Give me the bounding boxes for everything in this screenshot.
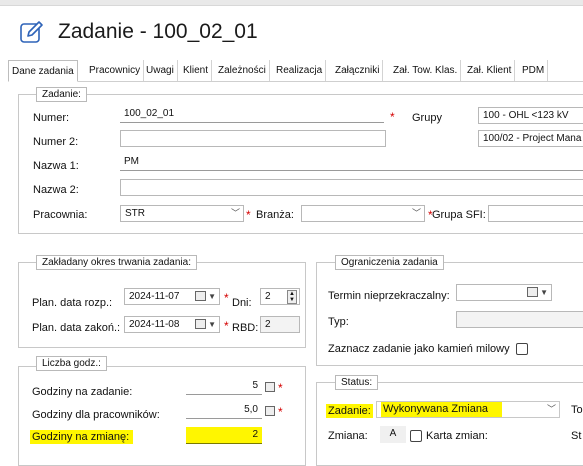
- termin-field[interactable]: ▼: [456, 284, 552, 301]
- karta-zmian-label: Karta zmian:: [426, 430, 488, 442]
- numer2-field[interactable]: [120, 130, 386, 147]
- grupa-sfi-label: Grupa SFI:: [432, 209, 486, 221]
- calendar-icon[interactable]: [195, 291, 206, 301]
- tab-pdm[interactable]: PDM: [519, 60, 549, 81]
- pracownia-value: STR: [125, 208, 145, 219]
- status-zadanie-select[interactable]: Wykonywana Zmiana ﹀: [376, 401, 560, 418]
- required-marker: *: [224, 291, 229, 305]
- numer2-label: Numer 2:: [33, 136, 79, 148]
- dni-stepper[interactable]: 2 ▲ ▼: [260, 288, 300, 305]
- tab-realizacja[interactable]: Realizacja: [273, 60, 327, 81]
- zadanie-legend: Zadanie:: [36, 87, 87, 102]
- godz-na-zadanie-field[interactable]: 5: [186, 378, 262, 395]
- kamien-label: Zaznacz zadanie jako kamień milowy: [328, 343, 510, 355]
- required-marker: *: [224, 319, 229, 333]
- rbd-field: 2: [260, 316, 300, 333]
- nazwa2-label: Nazwa 2:: [33, 184, 79, 196]
- nazwa2-field[interactable]: [120, 179, 583, 196]
- tab-pracownicy[interactable]: Pracownicy: [86, 60, 145, 81]
- tab-zaleznosci[interactable]: Zależności: [215, 60, 270, 81]
- typ-field[interactable]: [456, 311, 583, 328]
- tab-dane-zadania[interactable]: Dane zadania: [8, 60, 78, 82]
- nazwa1-field[interactable]: PM: [120, 154, 583, 171]
- required-marker: *: [278, 381, 283, 395]
- tab-zal-tow-klas[interactable]: Zał. Tow. Klas.: [390, 60, 462, 81]
- godz-na-zmiane-label: Godziny na zmianę:: [30, 430, 134, 444]
- godz-na-zmiane-field[interactable]: 2: [186, 427, 262, 444]
- grupa-sfi-field[interactable]: [488, 205, 583, 222]
- calendar-icon[interactable]: [195, 319, 206, 329]
- branza-label: Branża:: [256, 209, 294, 221]
- tab-klient[interactable]: Klient: [180, 60, 213, 81]
- godz-na-zadanie-label: Godziny na zadanie:: [32, 386, 133, 398]
- grupy-label: Grupy: [412, 112, 442, 124]
- dropdown-arrow-icon[interactable]: ▼: [208, 289, 216, 304]
- tab-zalaczniki[interactable]: Załączniki: [332, 60, 384, 81]
- karta-zmian-checkbox[interactable]: [410, 430, 422, 442]
- tab-uwagi[interactable]: Uwagi: [143, 60, 178, 81]
- required-marker: *: [246, 208, 251, 222]
- typ-label: Typ:: [328, 316, 349, 328]
- status-legend: Status:: [335, 375, 379, 390]
- plan-rozp-label: Plan. data rozp.:: [32, 297, 113, 309]
- chevron-down-icon: ﹀: [230, 208, 240, 218]
- status-cut-label-1: To: [571, 404, 583, 416]
- godz-dla-prac-label: Godziny dla pracowników:: [32, 409, 160, 421]
- godz-dla-prac-field[interactable]: 5,0: [186, 402, 262, 419]
- numer-label: Numer:: [33, 112, 70, 124]
- godz-legend: Liczba godz.:: [36, 356, 107, 371]
- edit-icon: [20, 21, 43, 43]
- dropdown-arrow-icon[interactable]: ▼: [208, 317, 216, 332]
- status-zadanie-label: Zadanie:: [326, 404, 373, 418]
- dni-label: Dni:: [232, 297, 252, 309]
- plan-rozp-field[interactable]: 2024-11-07 ▼: [124, 288, 220, 305]
- chevron-down-icon: ﹀: [546, 404, 556, 414]
- kamien-checkbox[interactable]: [516, 343, 528, 355]
- spinner-icon[interactable]: ▲ ▼: [287, 290, 297, 304]
- required-marker: *: [390, 110, 395, 124]
- status-group: [316, 382, 583, 466]
- pracownia-select[interactable]: STR ﹀: [120, 205, 244, 222]
- okres-legend: Zakładany okres trwania zadania:: [36, 255, 197, 270]
- grupy-field-1[interactable]: 100 - OHL <123 kV: [478, 107, 583, 124]
- tab-bar: Dane zadania Pracownicy Uwagi Klient Zal…: [8, 60, 583, 82]
- plan-zakon-value: 2024-11-08: [129, 319, 180, 330]
- dropdown-arrow-icon[interactable]: ▼: [540, 285, 548, 300]
- termin-label: Termin nieprzekraczalny:: [328, 290, 450, 302]
- grupy-field-2[interactable]: 100/02 - Project Mana: [478, 130, 583, 147]
- plan-rozp-value: 2024-11-07: [129, 291, 180, 302]
- required-marker: *: [278, 405, 283, 419]
- chevron-down-icon: ﹀: [411, 208, 421, 218]
- dni-value: 2: [265, 291, 271, 302]
- pracownia-label: Pracownia:: [33, 209, 88, 221]
- nazwa1-label: Nazwa 1:: [33, 160, 79, 172]
- page-title: Zadanie - 100_02_01: [58, 20, 258, 43]
- plan-zakon-field[interactable]: 2024-11-08 ▼: [124, 316, 220, 333]
- status-cut-label-2: St: [571, 430, 582, 442]
- zmiana-value: A: [380, 426, 406, 443]
- calendar-icon[interactable]: [527, 287, 538, 297]
- branza-select[interactable]: ﹀: [301, 205, 425, 222]
- zmiana-label: Zmiana:: [328, 430, 368, 442]
- numer-field[interactable]: 100_02_01: [120, 106, 384, 123]
- plan-zakon-label: Plan. data zakoń.:: [32, 322, 121, 334]
- status-zadanie-value: Wykonywana Zmiana: [381, 402, 503, 417]
- calculator-icon[interactable]: [265, 406, 275, 416]
- tab-zal-klient[interactable]: Zał. Klient: [464, 60, 516, 81]
- calculator-icon[interactable]: [265, 382, 275, 392]
- window-top-edge: [0, 0, 583, 6]
- ograniczenia-legend: Ograniczenia zadania: [335, 255, 444, 270]
- rbd-label: RBD:: [232, 322, 259, 334]
